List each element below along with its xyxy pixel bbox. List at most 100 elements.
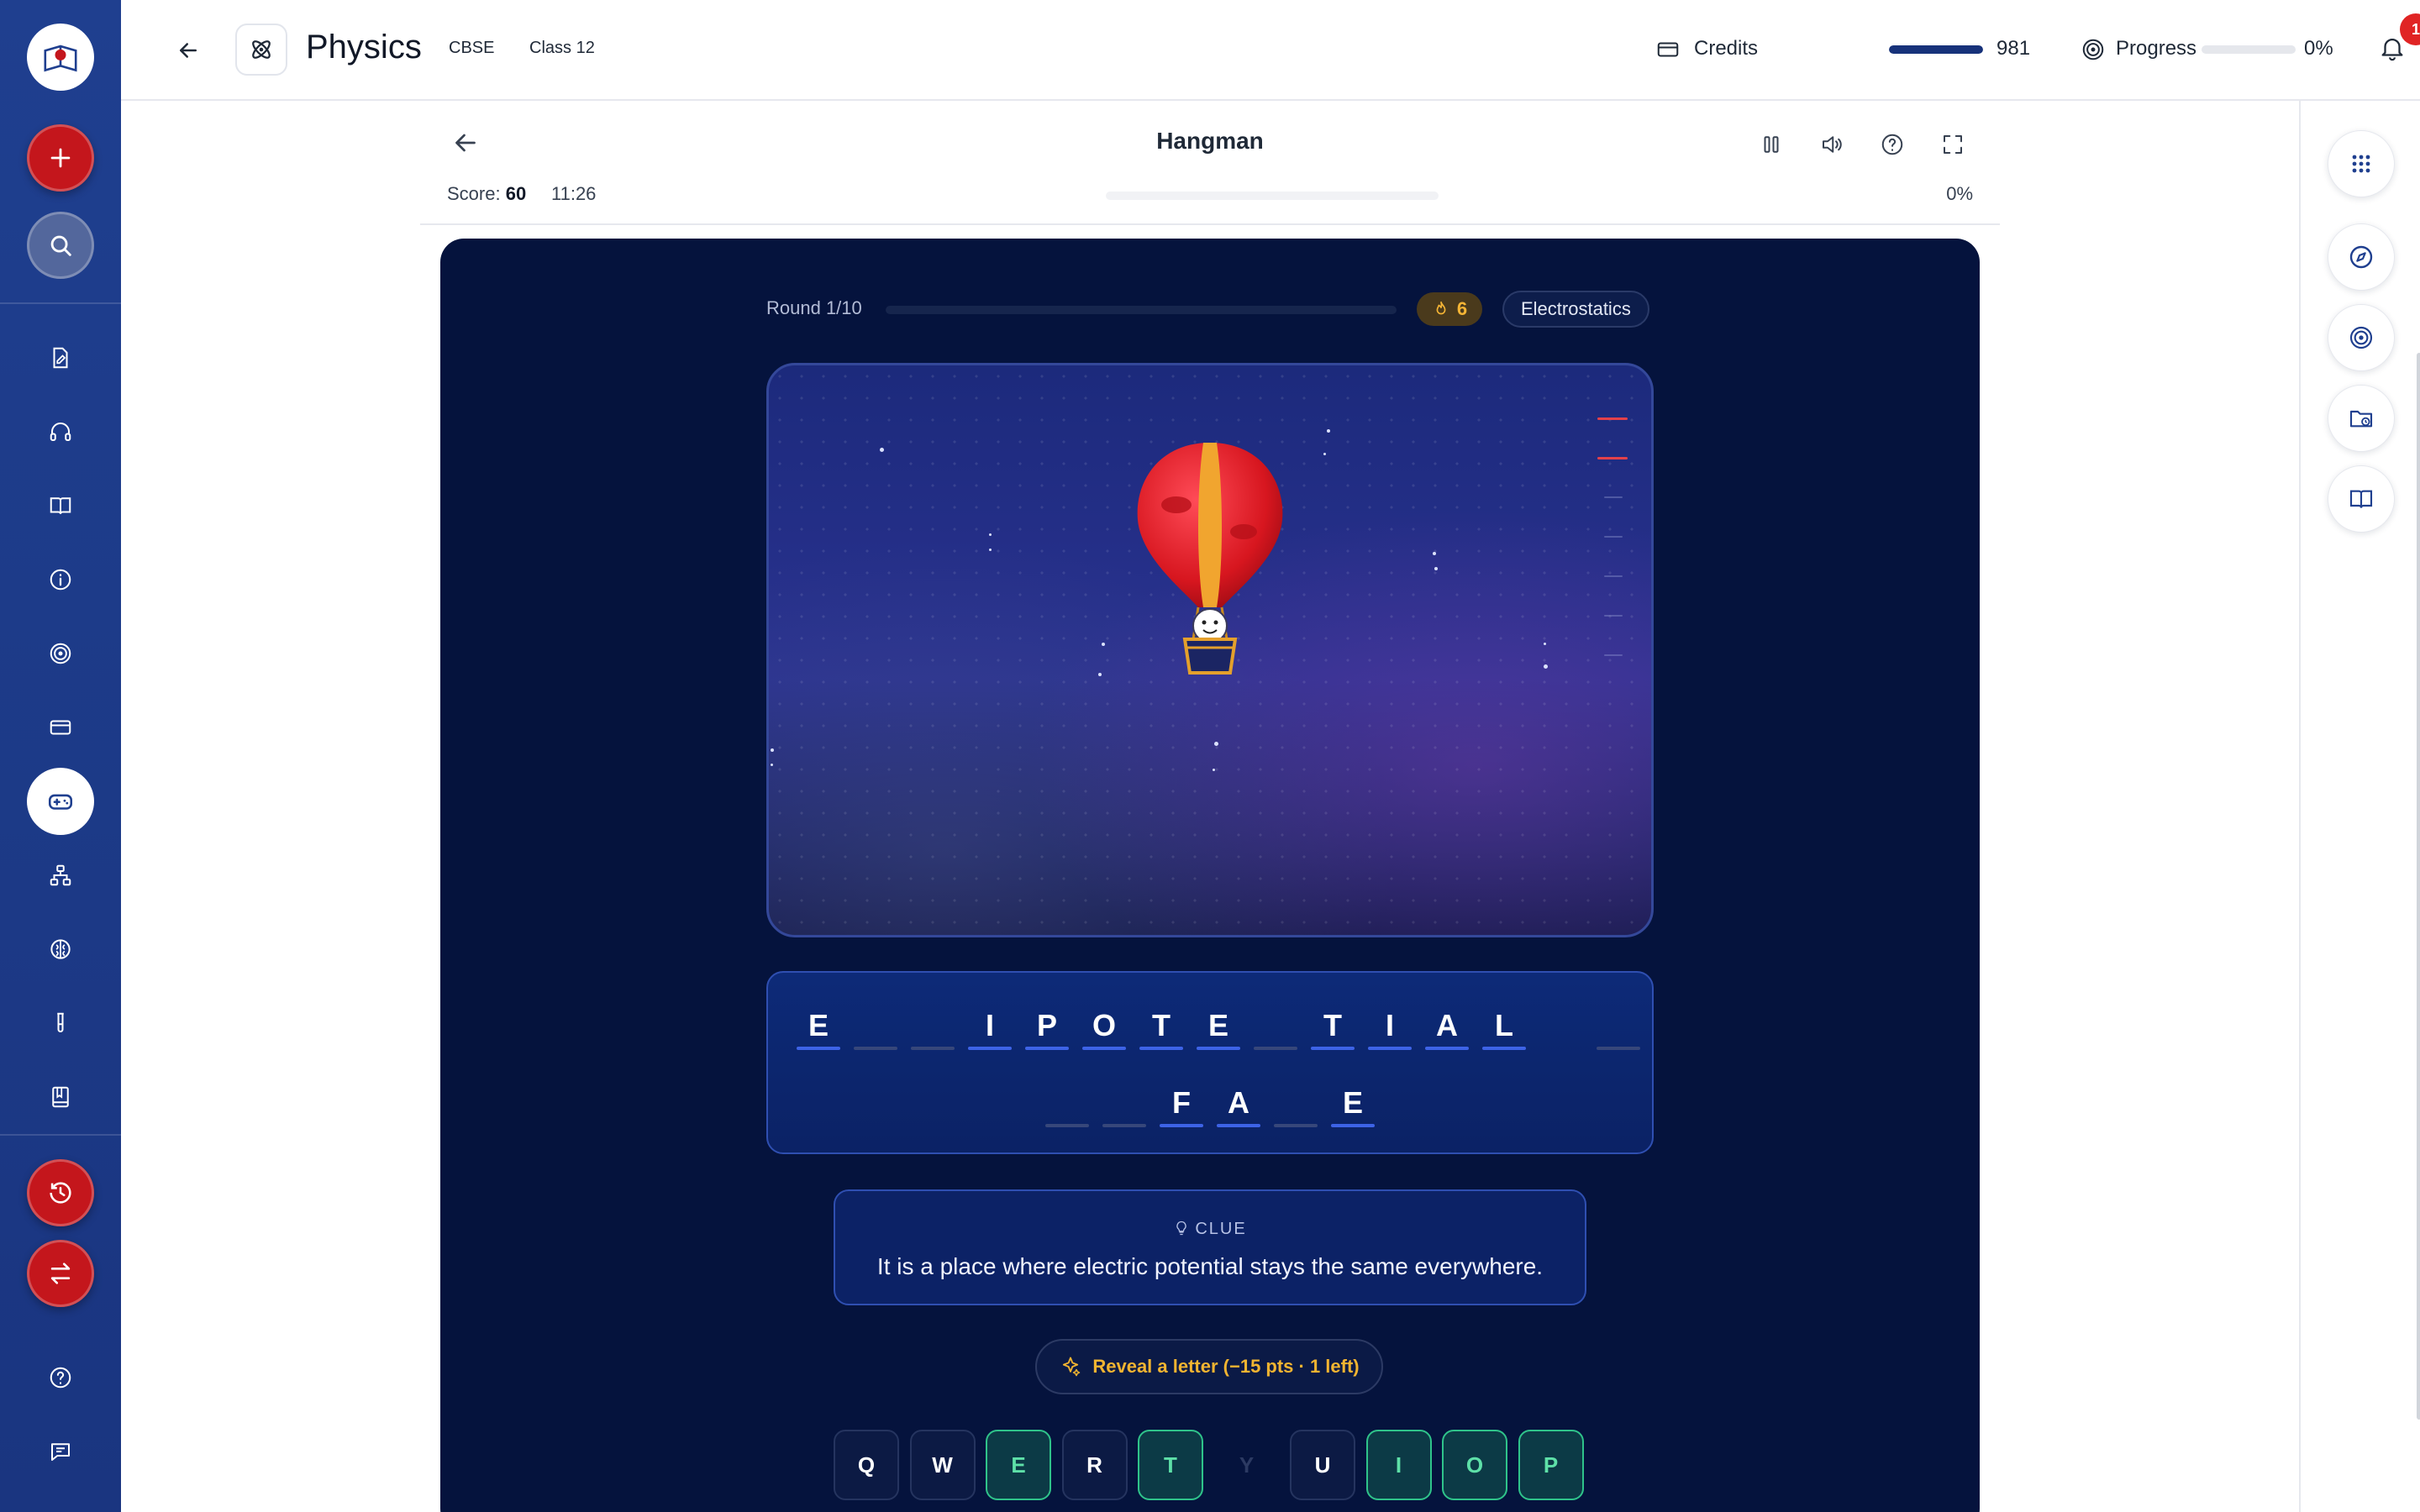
letter-slot: T [1311, 1008, 1355, 1050]
letter-slot-underline [1102, 1124, 1146, 1127]
star [771, 764, 773, 766]
fullscreen-button[interactable] [1934, 126, 1971, 163]
book-open-icon [2349, 490, 2373, 508]
game-header: Hangman Score: 60 11:26 0% [420, 102, 2000, 225]
search-icon [50, 235, 71, 256]
star [1323, 453, 1326, 455]
target-icon [50, 643, 71, 664]
key-e: E [986, 1430, 1051, 1500]
gamepad-icon [48, 794, 73, 810]
letter-slot-underline [1082, 1047, 1126, 1050]
hierarchy-icon [50, 864, 71, 886]
scrollbar[interactable] [2417, 353, 2420, 1420]
letter-slot-char: P [1036, 1008, 1057, 1042]
sidebar-item-info[interactable] [44, 563, 77, 596]
class-label[interactable]: Class 12 [529, 39, 595, 58]
sparkles-icon [1063, 1357, 1081, 1377]
target-icon [2082, 39, 2104, 60]
goals-button[interactable] [2328, 304, 2395, 371]
reader-button[interactable] [2328, 465, 2395, 533]
progress-bar [2202, 45, 2296, 54]
score-display: Score: 60 [447, 183, 526, 205]
key-r[interactable]: R [1061, 1430, 1128, 1500]
clue-card: CLUE It is a place where electric potent… [834, 1189, 1586, 1305]
book-icon [50, 497, 71, 515]
hangman-scene [766, 363, 1654, 937]
sidebar-chat[interactable] [44, 1435, 77, 1468]
letter-slot: I [1368, 1008, 1412, 1050]
letter-slot-char: L [1495, 1008, 1513, 1042]
timer: 11:26 [551, 183, 597, 204]
sidebar-item-cards[interactable] [44, 711, 77, 744]
life-tick [1604, 536, 1623, 538]
letter-slot [854, 1008, 897, 1050]
notebook-icon [52, 1086, 69, 1108]
score-label: Score: [447, 183, 501, 204]
sidebar-item-notes[interactable] [44, 341, 77, 375]
explore-button[interactable] [2328, 223, 2395, 291]
sidebar-item-library[interactable] [44, 489, 77, 522]
swap-icon [50, 1263, 71, 1284]
apps-button[interactable] [2328, 130, 2395, 197]
letter-slot-char: I [985, 1008, 994, 1042]
target-icon [2349, 326, 2373, 349]
sidebar-swap-button[interactable] [27, 1240, 94, 1307]
help-icon [1881, 134, 1903, 155]
key-w[interactable]: W [909, 1430, 976, 1500]
chat-icon [51, 1443, 70, 1461]
credits-bar [1889, 45, 1983, 54]
help-button[interactable] [1874, 126, 1911, 163]
sidebar-add-button[interactable] [27, 124, 94, 192]
game-back-button[interactable] [450, 128, 481, 162]
letter-slot: A [1217, 1085, 1260, 1127]
life-tick [1597, 417, 1628, 420]
progress-value: 0% [2304, 37, 2333, 60]
letter-slot-underline [968, 1047, 1012, 1050]
credits-bar-fill [1889, 45, 1983, 54]
letter-slot: E [1331, 1085, 1375, 1127]
letter-slot-char: T [1323, 1008, 1342, 1042]
flame-icon [1436, 301, 1446, 315]
life-tick [1604, 575, 1623, 577]
letter-slot: A [1425, 1008, 1469, 1050]
star [1544, 643, 1546, 645]
recent-files-button[interactable] [2328, 385, 2395, 452]
sidebar-item-games[interactable] [27, 768, 94, 835]
sidebar-item-goals[interactable] [44, 637, 77, 670]
key-q[interactable]: Q [834, 1430, 899, 1500]
key-i: I [1365, 1430, 1432, 1500]
reveal-letter-button[interactable]: Reveal a letter (−15 pts · 1 left) [1035, 1339, 1383, 1394]
app-logo[interactable] [27, 24, 94, 91]
sidebar-search-button[interactable] [27, 212, 94, 279]
sidebar-item-mindmap[interactable] [44, 858, 77, 892]
letter-slot-char: E [808, 1008, 829, 1042]
volume-icon [1823, 136, 1842, 153]
sidebar-item-audio[interactable] [44, 415, 77, 449]
letter-slot-underline [1045, 1124, 1089, 1127]
letter-slot: F [1160, 1085, 1203, 1127]
letter-slot-char: I [1385, 1008, 1394, 1042]
clue-heading: CLUE [835, 1220, 1585, 1239]
sidebar-item-brain[interactable] [44, 932, 77, 966]
sidebar-history-button[interactable] [27, 1159, 94, 1226]
key-u[interactable]: U [1290, 1430, 1355, 1500]
sound-button[interactable] [1813, 126, 1850, 163]
pause-button[interactable] [1753, 126, 1790, 163]
word-board [766, 971, 1654, 1154]
letter-slot [1597, 1008, 1640, 1050]
star [1098, 673, 1102, 676]
folder-clock-icon [2349, 410, 2373, 428]
letter-slot-underline [1217, 1124, 1260, 1127]
header-back-button[interactable] [171, 34, 205, 67]
board-label[interactable]: CBSE [449, 39, 494, 58]
sidebar-help[interactable] [44, 1361, 77, 1394]
life-tick [1604, 654, 1623, 656]
letter-slot-char: E [1342, 1085, 1363, 1120]
lightbulb-icon [1176, 1221, 1186, 1236]
round-label: Round 1/10 [766, 297, 862, 318]
star [989, 549, 992, 551]
letter-slot-underline [1368, 1047, 1412, 1050]
sidebar-item-notebook[interactable] [44, 1080, 77, 1114]
sidebar-item-lab[interactable] [44, 1006, 77, 1040]
history-icon [50, 1182, 71, 1204]
